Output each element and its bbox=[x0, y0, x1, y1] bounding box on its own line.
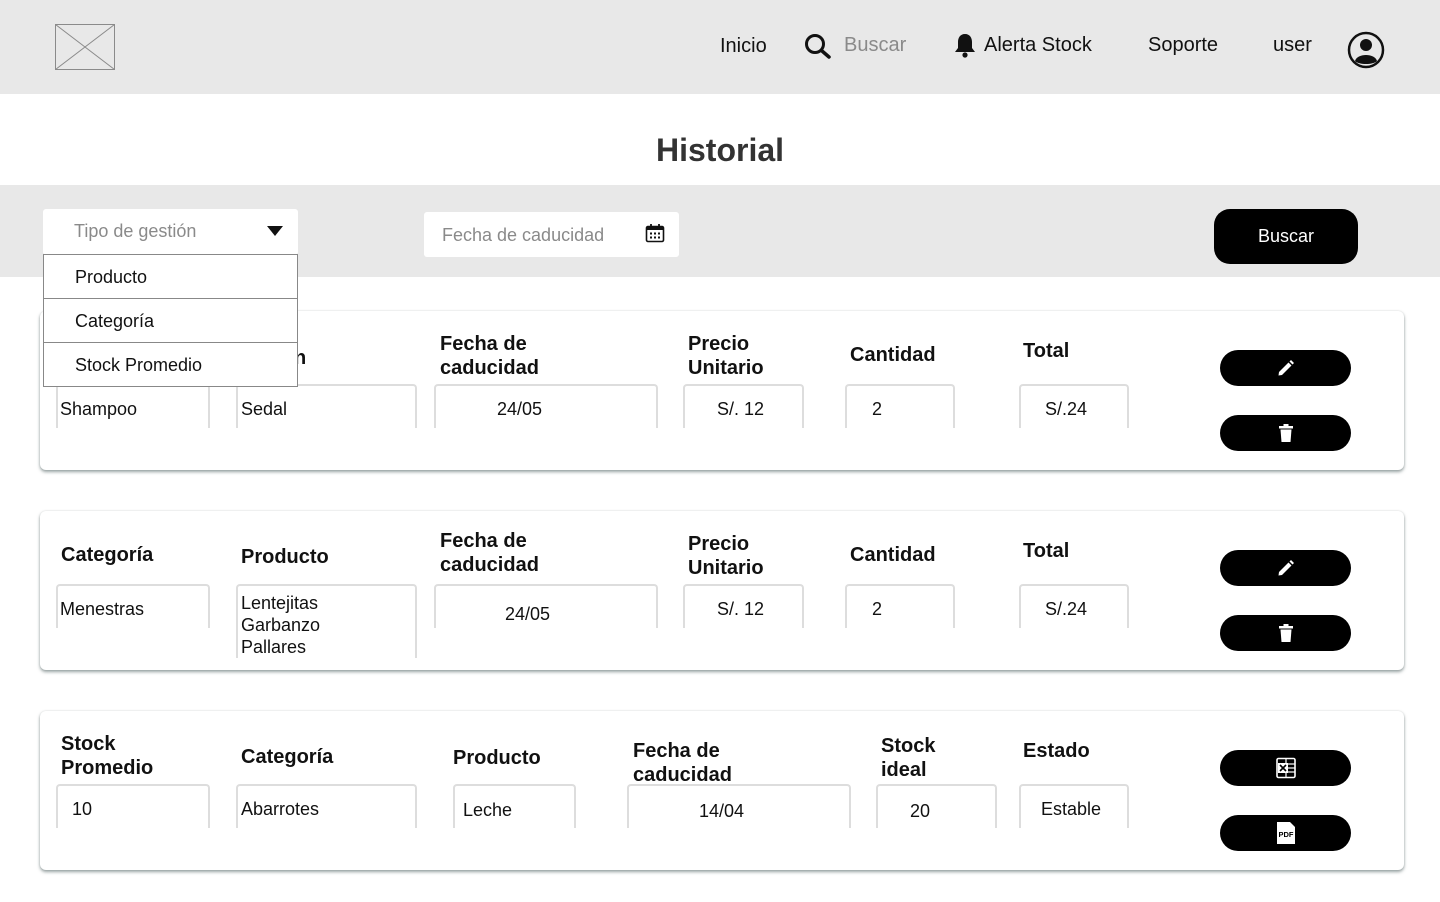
fecha-caducidad-placeholder: Fecha de caducidad bbox=[442, 225, 605, 245]
field-fecha-value: 14/04 bbox=[699, 801, 745, 821]
delete-button[interactable] bbox=[1220, 415, 1351, 451]
field-fecha-value: 24/05 bbox=[505, 604, 551, 624]
tipo-gestion-placeholder: Tipo de gestión bbox=[74, 221, 197, 241]
user-avatar-icon[interactable] bbox=[1347, 31, 1385, 69]
field-total-value: S/.24 bbox=[1045, 599, 1088, 619]
tipo-gestion-select[interactable]: Tipo de gestión bbox=[43, 209, 298, 255]
field-cantidad[interactable]: 2 bbox=[845, 584, 955, 628]
dropdown-option-producto[interactable]: Producto bbox=[44, 255, 297, 299]
label-fecha-caducidad: Fecha de caducidad bbox=[633, 740, 732, 786]
field-fecha-value: 24/05 bbox=[497, 399, 543, 419]
trash-icon bbox=[1278, 424, 1293, 442]
history-card-stock-promedio: Stock Promedio Categoría Producto Fecha … bbox=[40, 711, 1404, 870]
field-producto[interactable]: Leche bbox=[453, 784, 576, 828]
field-producto-value: Leche bbox=[463, 800, 513, 820]
field-stock-promedio-value: 10 bbox=[72, 799, 93, 819]
top-navbar: Inicio Buscar Alerta Stock Soporte user bbox=[0, 0, 1440, 94]
field-fecha[interactable]: 14/04 bbox=[627, 784, 851, 828]
field-precio[interactable]: S/. 12 bbox=[683, 384, 804, 428]
nav-search-input[interactable]: Buscar bbox=[844, 33, 906, 57]
field-total-value: S/.24 bbox=[1045, 399, 1088, 419]
label-categoria: Categoría bbox=[241, 746, 334, 768]
label-precio-unitario: Precio Unitario bbox=[688, 333, 764, 379]
history-card-categoria: Categoría Producto Fecha de caducidad Pr… bbox=[40, 511, 1404, 670]
label-producto: Producto bbox=[241, 546, 329, 568]
dropdown-option-stock-promedio[interactable]: Stock Promedio bbox=[44, 343, 297, 386]
chevron-down-icon[interactable] bbox=[267, 226, 283, 236]
label-estado: Estado bbox=[1023, 740, 1090, 762]
label-total: Total bbox=[1023, 540, 1070, 562]
field-marca-value: Sedal bbox=[241, 399, 288, 419]
label-fecha-caducidad: Fecha de caducidad bbox=[440, 333, 539, 379]
field-stock-promedio[interactable]: 10 bbox=[56, 784, 210, 828]
field-marca[interactable]: Sedal bbox=[236, 384, 417, 428]
field-cantidad-value: 2 bbox=[872, 399, 883, 419]
excel-icon bbox=[1275, 757, 1296, 779]
field-stock-ideal[interactable]: 20 bbox=[876, 784, 997, 828]
nav-soporte-link[interactable]: Soporte bbox=[1148, 33, 1218, 57]
label-total: Total bbox=[1023, 340, 1070, 362]
edit-icon bbox=[1278, 560, 1294, 576]
export-pdf-button[interactable]: PDF bbox=[1220, 815, 1351, 851]
edit-button[interactable] bbox=[1220, 350, 1351, 386]
logo-placeholder-icon[interactable] bbox=[55, 24, 115, 70]
label-precio-unitario: Precio Unitario bbox=[688, 533, 764, 579]
field-categoria[interactable]: Abarrotes bbox=[236, 784, 417, 828]
delete-button[interactable] bbox=[1220, 615, 1351, 651]
trash-icon bbox=[1278, 624, 1293, 642]
field-fecha[interactable]: 24/05 bbox=[434, 384, 658, 428]
field-stock-ideal-value: 20 bbox=[910, 801, 931, 821]
field-categoria[interactable]: Menestras bbox=[56, 584, 210, 628]
pdf-icon-label: PDF bbox=[1278, 830, 1293, 839]
label-categoria: Categoría bbox=[61, 544, 154, 566]
field-cantidad[interactable]: 2 bbox=[845, 384, 955, 428]
field-categoria-value: Abarrotes bbox=[241, 799, 320, 819]
field-precio[interactable]: S/. 12 bbox=[683, 584, 804, 628]
nav-alerta-stock-link[interactable]: Alerta Stock bbox=[984, 33, 1092, 57]
label-producto: Producto bbox=[453, 747, 541, 769]
label-fecha-caducidad: Fecha de caducidad bbox=[440, 530, 539, 576]
nav-inicio-link[interactable]: Inicio bbox=[720, 34, 767, 58]
field-cantidad-value: 2 bbox=[872, 599, 883, 619]
field-fecha[interactable]: 24/05 bbox=[434, 584, 658, 628]
label-stock-ideal: Stock ideal bbox=[881, 735, 936, 781]
fecha-caducidad-input[interactable]: Fecha de caducidad bbox=[424, 212, 679, 257]
field-precio-value: S/. 12 bbox=[717, 599, 765, 619]
page-title: Historial bbox=[655, 132, 785, 168]
field-productos[interactable]: Lentejitas Garbanzo Pallares bbox=[236, 584, 417, 658]
field-total[interactable]: S/.24 bbox=[1019, 384, 1129, 428]
nav-user-label[interactable]: user bbox=[1273, 33, 1312, 57]
edit-icon bbox=[1278, 360, 1294, 376]
dropdown-option-categoria[interactable]: Categoría bbox=[44, 299, 297, 343]
field-estado[interactable]: Estable bbox=[1019, 784, 1129, 828]
label-cantidad: Cantidad bbox=[850, 544, 936, 566]
field-categoria-value: Menestras bbox=[60, 599, 145, 619]
field-precio-value: S/. 12 bbox=[717, 399, 765, 419]
field-producto-value: Shampoo bbox=[60, 399, 138, 419]
search-button[interactable]: Buscar bbox=[1214, 209, 1358, 264]
field-estado-value: Estable bbox=[1041, 799, 1102, 819]
calendar-icon[interactable] bbox=[645, 223, 665, 243]
label-stock-promedio: Stock Promedio bbox=[61, 733, 154, 779]
field-producto[interactable]: Shampoo bbox=[56, 384, 210, 428]
search-icon[interactable] bbox=[804, 33, 832, 59]
label-cantidad: Cantidad bbox=[850, 344, 936, 366]
field-total[interactable]: S/.24 bbox=[1019, 584, 1129, 628]
edit-button[interactable] bbox=[1220, 550, 1351, 586]
field-productos-value: Lentejitas Garbanzo Pallares bbox=[241, 593, 321, 657]
pdf-icon: PDF bbox=[1276, 822, 1295, 844]
bell-icon[interactable] bbox=[953, 32, 977, 58]
export-excel-button[interactable] bbox=[1220, 750, 1351, 786]
tipo-gestion-dropdown: Producto Categoría Stock Promedio bbox=[43, 254, 298, 387]
